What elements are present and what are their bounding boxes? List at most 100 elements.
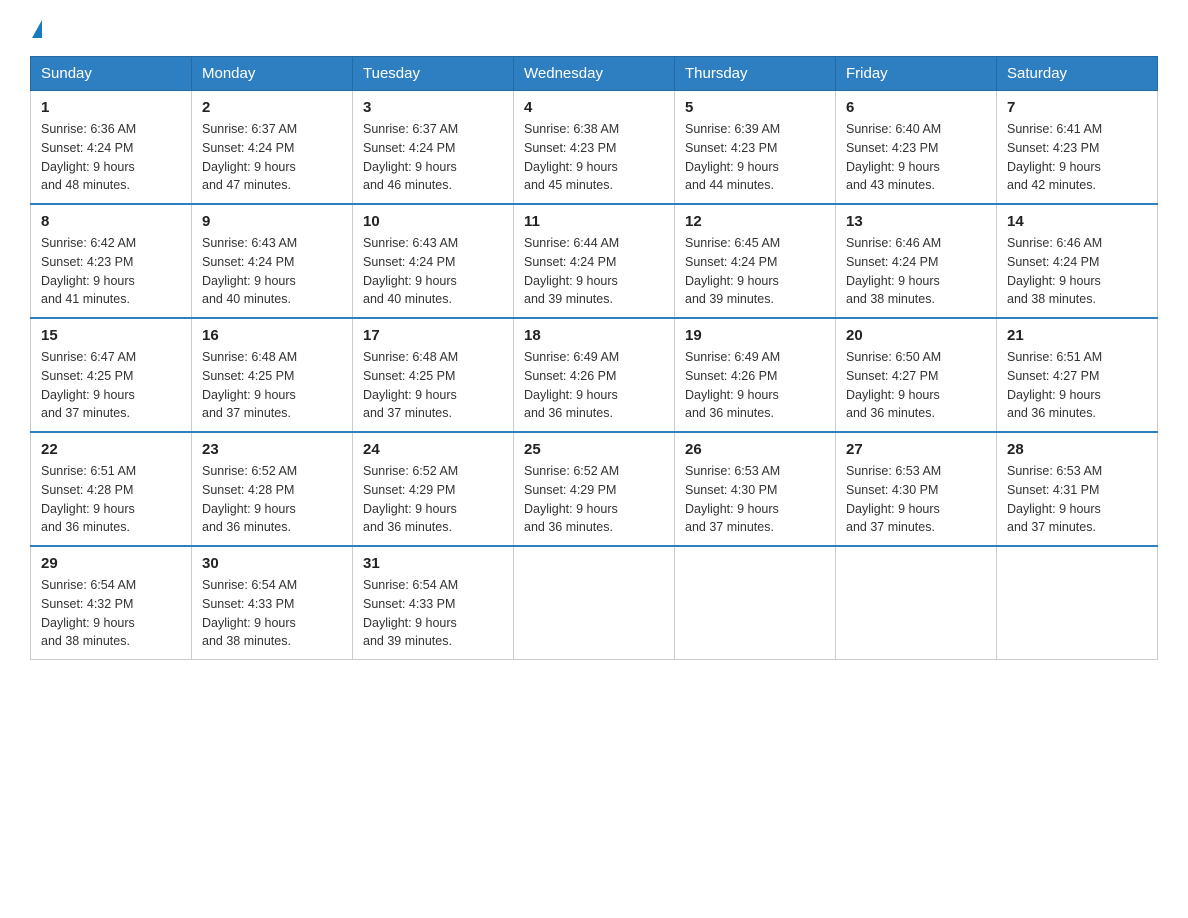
day-number: 18: [524, 327, 664, 344]
page-header: [30, 20, 1158, 38]
day-number: 7: [1007, 99, 1147, 116]
day-info: Sunrise: 6:42 AMSunset: 4:23 PMDaylight:…: [41, 234, 181, 309]
day-number: 8: [41, 213, 181, 230]
calendar-week-row: 8 Sunrise: 6:42 AMSunset: 4:23 PMDaylight…: [31, 204, 1158, 318]
calendar-cell: 6 Sunrise: 6:40 AMSunset: 4:23 PMDaylight…: [836, 91, 997, 205]
day-number: 6: [846, 99, 986, 116]
calendar-cell: 19 Sunrise: 6:49 AMSunset: 4:26 PMDayligh…: [675, 318, 836, 432]
calendar-cell: 23 Sunrise: 6:52 AMSunset: 4:28 PMDayligh…: [192, 432, 353, 546]
day-info: Sunrise: 6:43 AMSunset: 4:24 PMDaylight:…: [202, 234, 342, 309]
calendar-cell: 28 Sunrise: 6:53 AMSunset: 4:31 PMDayligh…: [997, 432, 1158, 546]
calendar-cell: 26Sunrise: 6:53 AMSunset: 4:30 PMDayligh…: [675, 432, 836, 546]
day-header-tuesday: Tuesday: [353, 57, 514, 91]
calendar-cell: 21 Sunrise: 6:51 AMSunset: 4:27 PMDayligh…: [997, 318, 1158, 432]
day-number: 17: [363, 327, 503, 344]
logo-line1: [30, 20, 42, 38]
day-number: 9: [202, 213, 342, 230]
calendar-cell: 9 Sunrise: 6:43 AMSunset: 4:24 PMDaylight…: [192, 204, 353, 318]
day-number: 28: [1007, 441, 1147, 458]
day-info: Sunrise: 6:46 AMSunset: 4:24 PMDaylight:…: [846, 234, 986, 309]
calendar-cell: 12 Sunrise: 6:45 AMSunset: 4:24 PMDayligh…: [675, 204, 836, 318]
calendar-header-row: SundayMondayTuesdayWednesdayThursdayFrid…: [31, 57, 1158, 91]
day-number: 11: [524, 213, 664, 230]
day-info: Sunrise: 6:41 AMSunset: 4:23 PMDaylight:…: [1007, 120, 1147, 195]
calendar-cell: 2 Sunrise: 6:37 AMSunset: 4:24 PMDaylight…: [192, 91, 353, 205]
day-info: Sunrise: 6:43 AMSunset: 4:24 PMDaylight:…: [363, 234, 503, 309]
logo-triangle-icon: [32, 20, 42, 38]
day-info: Sunrise: 6:52 AMSunset: 4:29 PMDaylight:…: [524, 462, 664, 537]
calendar-cell: 3 Sunrise: 6:37 AMSunset: 4:24 PMDaylight…: [353, 91, 514, 205]
day-header-monday: Monday: [192, 57, 353, 91]
day-info: Sunrise: 6:37 AMSunset: 4:24 PMDaylight:…: [363, 120, 503, 195]
calendar-cell: 14 Sunrise: 6:46 AMSunset: 4:24 PMDayligh…: [997, 204, 1158, 318]
calendar-cell: 7 Sunrise: 6:41 AMSunset: 4:23 PMDaylight…: [997, 91, 1158, 205]
day-number: 12: [685, 213, 825, 230]
day-number: 24: [363, 441, 503, 458]
calendar-cell: 31 Sunrise: 6:54 AMSunset: 4:33 PMDayligh…: [353, 546, 514, 660]
day-header-sunday: Sunday: [31, 57, 192, 91]
calendar-cell: [997, 546, 1158, 660]
day-header-friday: Friday: [836, 57, 997, 91]
calendar-cell: 11 Sunrise: 6:44 AMSunset: 4:24 PMDayligh…: [514, 204, 675, 318]
day-info: Sunrise: 6:51 AMSunset: 4:27 PMDaylight:…: [1007, 348, 1147, 423]
calendar-cell: 25 Sunrise: 6:52 AMSunset: 4:29 PMDayligh…: [514, 432, 675, 546]
calendar-week-row: 22Sunrise: 6:51 AMSunset: 4:28 PMDayligh…: [31, 432, 1158, 546]
day-info: Sunrise: 6:52 AMSunset: 4:28 PMDaylight:…: [202, 462, 342, 537]
calendar-week-row: 15 Sunrise: 6:47 AMSunset: 4:25 PMDayligh…: [31, 318, 1158, 432]
day-info: Sunrise: 6:36 AMSunset: 4:24 PMDaylight:…: [41, 120, 181, 195]
day-number: 2: [202, 99, 342, 116]
day-info: Sunrise: 6:53 AMSunset: 4:30 PMDaylight:…: [685, 462, 825, 537]
calendar-cell: 16Sunrise: 6:48 AMSunset: 4:25 PMDayligh…: [192, 318, 353, 432]
day-number: 14: [1007, 213, 1147, 230]
calendar-cell: [836, 546, 997, 660]
day-number: 19: [685, 327, 825, 344]
calendar-cell: 17 Sunrise: 6:48 AMSunset: 4:25 PMDayligh…: [353, 318, 514, 432]
day-number: 29: [41, 555, 181, 572]
calendar-cell: [514, 546, 675, 660]
day-number: 1: [41, 99, 181, 116]
calendar-cell: 5 Sunrise: 6:39 AMSunset: 4:23 PMDaylight…: [675, 91, 836, 205]
calendar-cell: 24 Sunrise: 6:52 AMSunset: 4:29 PMDayligh…: [353, 432, 514, 546]
day-number: 13: [846, 213, 986, 230]
calendar-cell: [675, 546, 836, 660]
day-header-saturday: Saturday: [997, 57, 1158, 91]
day-info: Sunrise: 6:45 AMSunset: 4:24 PMDaylight:…: [685, 234, 825, 309]
calendar-table: SundayMondayTuesdayWednesdayThursdayFrid…: [30, 56, 1158, 660]
day-number: 3: [363, 99, 503, 116]
day-number: 4: [524, 99, 664, 116]
day-number: 10: [363, 213, 503, 230]
day-info: Sunrise: 6:46 AMSunset: 4:24 PMDaylight:…: [1007, 234, 1147, 309]
day-info: Sunrise: 6:48 AMSunset: 4:25 PMDaylight:…: [363, 348, 503, 423]
day-number: 22: [41, 441, 181, 458]
day-info: Sunrise: 6:50 AMSunset: 4:27 PMDaylight:…: [846, 348, 986, 423]
calendar-cell: 15 Sunrise: 6:47 AMSunset: 4:25 PMDayligh…: [31, 318, 192, 432]
day-number: 25: [524, 441, 664, 458]
calendar-cell: 4Sunrise: 6:38 AMSunset: 4:23 PMDaylight…: [514, 91, 675, 205]
day-info: Sunrise: 6:47 AMSunset: 4:25 PMDaylight:…: [41, 348, 181, 423]
day-number: 31: [363, 555, 503, 572]
calendar-cell: 13 Sunrise: 6:46 AMSunset: 4:24 PMDayligh…: [836, 204, 997, 318]
calendar-week-row: 29 Sunrise: 6:54 AMSunset: 4:32 PMDayligh…: [31, 546, 1158, 660]
day-info: Sunrise: 6:52 AMSunset: 4:29 PMDaylight:…: [363, 462, 503, 537]
day-number: 5: [685, 99, 825, 116]
calendar-cell: 18Sunrise: 6:49 AMSunset: 4:26 PMDayligh…: [514, 318, 675, 432]
day-info: Sunrise: 6:37 AMSunset: 4:24 PMDaylight:…: [202, 120, 342, 195]
day-info: Sunrise: 6:53 AMSunset: 4:31 PMDaylight:…: [1007, 462, 1147, 537]
day-number: 21: [1007, 327, 1147, 344]
calendar-cell: 10 Sunrise: 6:43 AMSunset: 4:24 PMDayligh…: [353, 204, 514, 318]
day-info: Sunrise: 6:54 AMSunset: 4:33 PMDaylight:…: [202, 576, 342, 651]
day-info: Sunrise: 6:44 AMSunset: 4:24 PMDaylight:…: [524, 234, 664, 309]
day-info: Sunrise: 6:54 AMSunset: 4:33 PMDaylight:…: [363, 576, 503, 651]
calendar-cell: 29 Sunrise: 6:54 AMSunset: 4:32 PMDayligh…: [31, 546, 192, 660]
day-number: 20: [846, 327, 986, 344]
calendar-cell: 20 Sunrise: 6:50 AMSunset: 4:27 PMDayligh…: [836, 318, 997, 432]
day-header-wednesday: Wednesday: [514, 57, 675, 91]
day-info: Sunrise: 6:54 AMSunset: 4:32 PMDaylight:…: [41, 576, 181, 651]
day-header-thursday: Thursday: [675, 57, 836, 91]
day-info: Sunrise: 6:39 AMSunset: 4:23 PMDaylight:…: [685, 120, 825, 195]
day-number: 30: [202, 555, 342, 572]
day-number: 15: [41, 327, 181, 344]
day-info: Sunrise: 6:40 AMSunset: 4:23 PMDaylight:…: [846, 120, 986, 195]
day-number: 23: [202, 441, 342, 458]
day-info: Sunrise: 6:49 AMSunset: 4:26 PMDaylight:…: [685, 348, 825, 423]
